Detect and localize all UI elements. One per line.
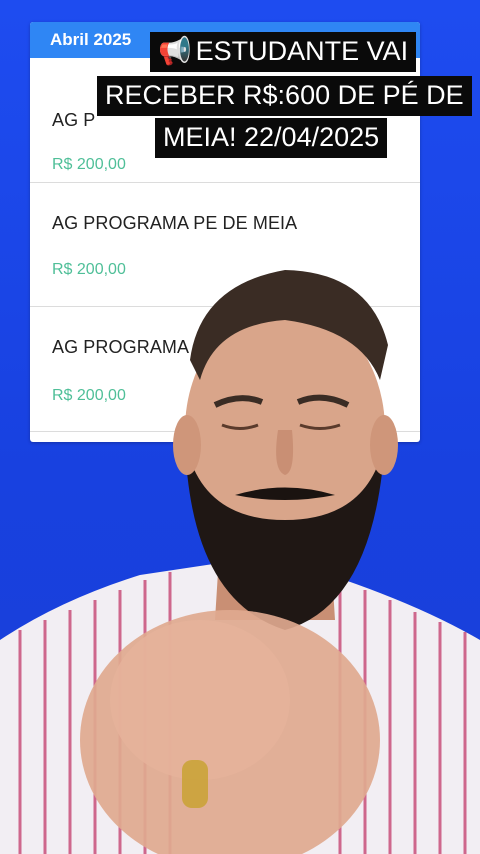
headline-text: RECEBER R$:600 DE PÉ DE (105, 80, 464, 110)
headline-text: MEIA! 22/04/2025 (163, 122, 380, 152)
headline-line-3: MEIA! 22/04/2025 (155, 118, 388, 158)
megaphone-icon: 📢 (158, 36, 192, 66)
headline-text: ESTUDANTE VAI (195, 36, 409, 66)
headline-line-1: 📢 ESTUDANTE VAI (150, 32, 417, 72)
headline-line-2: RECEBER R$:600 DE PÉ DE (97, 76, 472, 116)
